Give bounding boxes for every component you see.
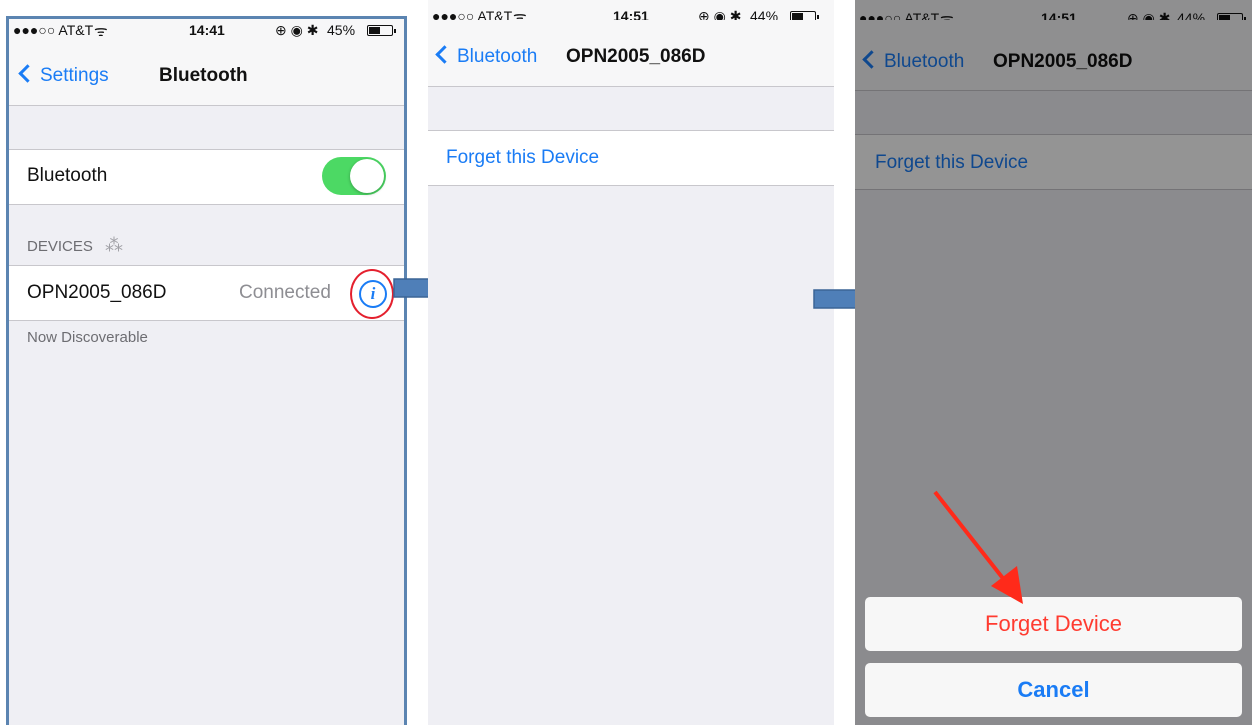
chevron-left-icon	[435, 45, 454, 64]
battery-percent: 45%	[327, 22, 356, 38]
device-status: Connected	[239, 282, 331, 303]
forget-device-row[interactable]: Forget this Device	[428, 130, 834, 186]
battery-icon	[367, 25, 396, 36]
status-icons: ⊕ ◉ ✱	[275, 22, 319, 38]
forget-device-label: Forget this Device	[446, 147, 600, 168]
carrier-label: ●●●○○ AT&T	[13, 22, 94, 38]
page-title: OPN2005_086D	[566, 46, 706, 67]
back-label: Settings	[40, 65, 109, 86]
status-bar: ●●●○○ AT&T ᯤ 14:41 ⊕ ◉ ✱ 45%	[9, 19, 404, 40]
chevron-left-icon	[18, 64, 37, 83]
bluetooth-toggle-row: Bluetooth	[9, 149, 404, 205]
devices-section-header: DEVICES ⁂	[27, 235, 124, 255]
forget-device-button[interactable]: Forget Device	[865, 597, 1242, 651]
pointer-arrow-icon	[933, 490, 1023, 604]
page-title: Bluetooth	[159, 65, 248, 86]
wifi-icon: ᯤ	[94, 23, 108, 40]
cancel-button[interactable]: Cancel	[865, 663, 1242, 717]
back-button[interactable]: Bluetooth	[435, 45, 538, 68]
back-label: Bluetooth	[457, 46, 538, 67]
bluetooth-toggle[interactable]	[322, 157, 386, 195]
discoverable-note: Now Discoverable	[27, 329, 148, 346]
back-button[interactable]: Settings	[18, 64, 109, 87]
highlight-circle	[350, 269, 394, 319]
status-time: 14:41	[189, 22, 225, 38]
nav-bar: Bluetooth OPN2005_086D	[428, 20, 834, 87]
device-row[interactable]: OPN2005_086D Connected i	[9, 265, 404, 321]
status-bar: ●●●○○ AT&T ᯤ 14:51 ⊕ ◉ ✱ 44%	[428, 0, 834, 26]
bluetooth-settings-screen: ●●●○○ AT&T ᯤ 14:41 ⊕ ◉ ✱ 45% Settings Bl…	[6, 16, 407, 725]
device-name: OPN2005_086D	[27, 282, 167, 303]
spinner-icon: ⁂	[105, 235, 124, 255]
device-detail-screen: ●●●○○ AT&T ᯤ 14:51 ⊕ ◉ ✱ 44% Bluetooth O…	[428, 0, 834, 725]
forget-confirm-screen: ●●●○○ AT&T ᯤ 14:51 ⊕ ◉ ✱ 44% Bluetooth O…	[855, 0, 1252, 725]
bluetooth-row-label: Bluetooth	[27, 165, 108, 186]
nav-bar: Settings Bluetooth	[9, 39, 404, 106]
